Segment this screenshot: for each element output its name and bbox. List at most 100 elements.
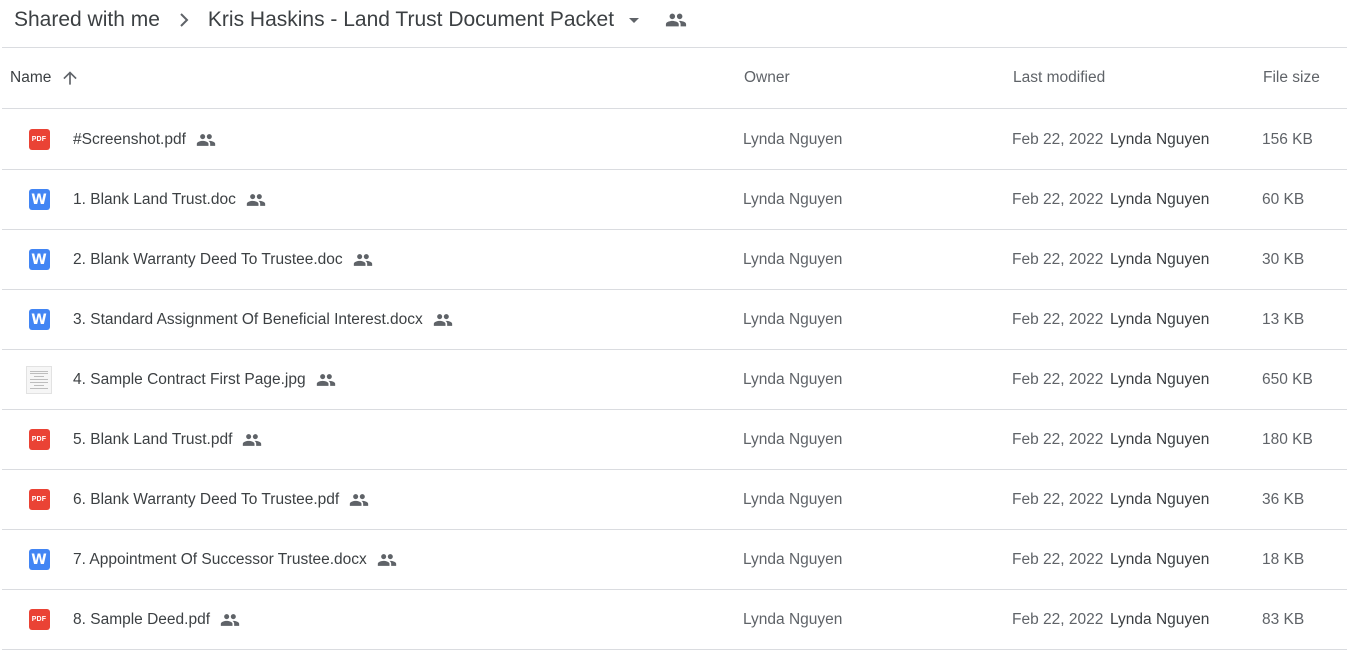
table-row[interactable]: PDF 8. Sample Deed.pdf Lynda Nguyen Feb 22,… (2, 590, 1347, 650)
file-name: 8. Sample Deed.pdf (73, 610, 211, 628)
shared-people-icon[interactable] (664, 8, 688, 32)
file-size: 180 KB (1262, 430, 1313, 448)
owner: Lynda Nguyen (743, 190, 843, 208)
file-name: 7. Appointment Of Successor Trustee.docx (73, 550, 367, 568)
table-row[interactable]: PDF 6. Blank Warranty Deed To Trustee.pdf… (2, 470, 1347, 530)
pdf-file-icon: PDF (28, 489, 50, 510)
shared-icon (245, 189, 267, 211)
shared-icon (348, 489, 370, 511)
shared-icon (315, 369, 337, 391)
last-modified-date: Feb 22, 2022 (1012, 130, 1104, 148)
last-modified-by: Lynda Nguyen (1110, 370, 1210, 388)
table-row[interactable]: W 7. Appointment Of Successor Trustee.doc… (2, 530, 1347, 590)
last-modified-date: Feb 22, 2022 (1012, 430, 1104, 448)
file-size: 30 KB (1262, 250, 1305, 268)
last-modified-by: Lynda Nguyen (1110, 430, 1210, 448)
column-header-name[interactable]: Name (10, 48, 82, 108)
last-modified-by: Lynda Nguyen (1110, 190, 1210, 208)
column-header-file-size: File size (1263, 69, 1320, 86)
breadcrumb-shared-with-me[interactable]: Shared with me (14, 2, 160, 38)
file-icon-cell (24, 350, 54, 409)
file-icon-cell: W (24, 170, 54, 229)
last-modified-date: Feb 22, 2022 (1012, 370, 1104, 388)
breadcrumb-current-folder[interactable]: Kris Haskins - Land Trust Document Packe… (208, 2, 614, 38)
file-type-label: W (31, 551, 47, 568)
file-size: 18 KB (1262, 550, 1305, 568)
last-modified-by: Lynda Nguyen (1110, 310, 1210, 328)
table-row[interactable]: PDF #Screenshot.pdf Lynda Nguyen Feb 22, 20… (2, 110, 1347, 170)
column-header-last-modified[interactable]: Last modified (1013, 48, 1105, 108)
owner: Lynda Nguyen (743, 250, 843, 268)
table-row[interactable]: PDF 5. Blank Land Trust.pdf Lynda Nguyen Fe… (2, 410, 1347, 470)
word-doc-icon: W (28, 549, 50, 570)
column-header-owner: Owner (744, 69, 790, 86)
file-name: 1. Blank Land Trust.doc (73, 190, 236, 208)
file-type-label: PDF (31, 616, 47, 623)
file-name-cell[interactable]: 5. Blank Land Trust.pdf (73, 410, 263, 469)
table-header: Name Owner Last modified File size (2, 48, 1347, 109)
table-row[interactable]: 4. Sample Contract First Page.jpg Lynda N… (2, 350, 1347, 410)
file-name-cell[interactable]: 8. Sample Deed.pdf (73, 590, 241, 649)
word-doc-icon: W (28, 309, 50, 330)
table-row[interactable]: W 2. Blank Warranty Deed To Trustee.doc Ly… (2, 230, 1347, 290)
file-icon-cell: PDF (24, 410, 54, 469)
file-size: 156 KB (1262, 130, 1313, 148)
last-modified-date: Feb 22, 2022 (1012, 610, 1104, 628)
last-modified-date: Feb 22, 2022 (1012, 250, 1104, 268)
file-type-label: W (31, 251, 47, 268)
shared-icon (195, 129, 217, 151)
last-modified-by: Lynda Nguyen (1110, 550, 1210, 568)
table-row[interactable]: W 1. Blank Land Trust.doc Lynda Nguyen Feb … (2, 170, 1347, 230)
owner: Lynda Nguyen (743, 430, 843, 448)
file-name-cell[interactable]: #Screenshot.pdf (73, 110, 217, 169)
file-name-cell[interactable]: 2. Blank Warranty Deed To Trustee.doc (73, 230, 374, 289)
file-name-cell[interactable]: 4. Sample Contract First Page.jpg (73, 350, 337, 409)
breadcrumb: Shared with me Kris Haskins - Land Trust… (0, 0, 1347, 40)
shared-icon (219, 609, 241, 631)
file-icon-cell: W (24, 290, 54, 349)
file-icon-cell: PDF (24, 110, 54, 169)
file-size: 13 KB (1262, 310, 1305, 328)
file-type-label: PDF (31, 136, 47, 143)
file-name-cell[interactable]: 7. Appointment Of Successor Trustee.docx (73, 530, 398, 589)
file-name-cell[interactable]: 6. Blank Warranty Deed To Trustee.pdf (73, 470, 370, 529)
last-modified-date: Feb 22, 2022 (1012, 190, 1104, 208)
last-modified-by: Lynda Nguyen (1110, 250, 1210, 268)
owner: Lynda Nguyen (743, 130, 843, 148)
file-size: 36 KB (1262, 490, 1305, 508)
owner: Lynda Nguyen (743, 550, 843, 568)
last-modified-by: Lynda Nguyen (1110, 610, 1210, 628)
file-name-cell[interactable]: 3. Standard Assignment Of Beneficial Int… (73, 290, 454, 349)
file-size: 60 KB (1262, 190, 1305, 208)
file-type-label: W (31, 191, 47, 208)
file-name: 6. Blank Warranty Deed To Trustee.pdf (73, 490, 340, 508)
owner: Lynda Nguyen (743, 610, 843, 628)
file-icon-cell: PDF (24, 590, 54, 649)
owner: Lynda Nguyen (743, 490, 843, 508)
shared-icon (432, 309, 454, 331)
file-icon-cell: PDF (24, 470, 54, 529)
last-modified-by: Lynda Nguyen (1110, 490, 1210, 508)
owner: Lynda Nguyen (743, 370, 843, 388)
pdf-file-icon: PDF (28, 609, 50, 630)
shared-icon (352, 249, 374, 271)
shared-icon (241, 429, 263, 451)
word-doc-icon: W (28, 189, 50, 210)
image-file-icon (26, 365, 52, 394)
file-type-label: W (31, 311, 47, 328)
column-header-name-label: Name (10, 69, 52, 86)
folder-menu-dropdown-icon[interactable] (622, 8, 646, 32)
file-name: 5. Blank Land Trust.pdf (73, 430, 233, 448)
file-icon-cell: W (24, 230, 54, 289)
sort-ascending-arrow-icon[interactable] (58, 66, 82, 90)
last-modified-date: Feb 22, 2022 (1012, 550, 1104, 568)
last-modified-by: Lynda Nguyen (1110, 130, 1210, 148)
file-name-cell[interactable]: 1. Blank Land Trust.doc (73, 170, 267, 229)
last-modified-date: Feb 22, 2022 (1012, 490, 1104, 508)
pdf-file-icon: PDF (28, 429, 50, 450)
file-type-label: PDF (31, 496, 47, 503)
chevron-right-icon (172, 8, 196, 32)
word-doc-icon: W (28, 249, 50, 270)
file-name: 2. Blank Warranty Deed To Trustee.doc (73, 250, 343, 268)
table-row[interactable]: W 3. Standard Assignment Of Beneficial In… (2, 290, 1347, 350)
